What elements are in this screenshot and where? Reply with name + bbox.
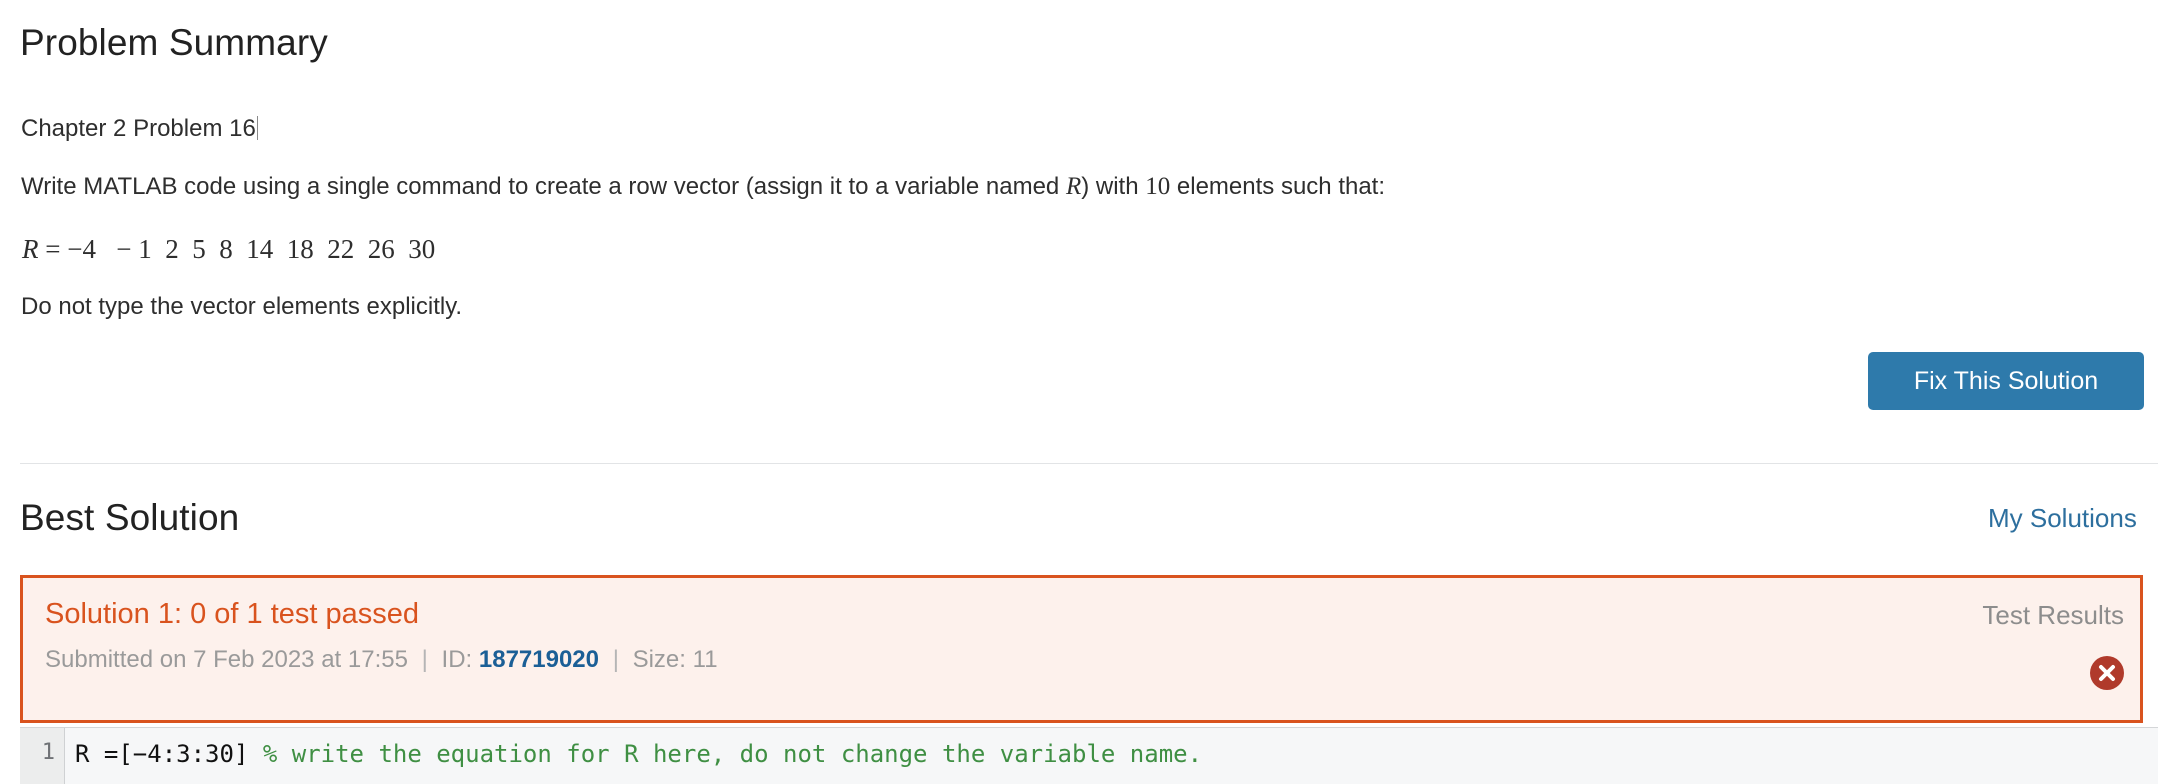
code-text: R =[−4:3:30] <box>75 740 263 768</box>
solution-size-label: Size: <box>632 646 686 673</box>
solution-result-panel: Solution 1: 0 of 1 test passed Submitted… <box>20 575 2143 723</box>
solution-metadata: Submitted on 7 Feb 2023 at 17:55 | ID: 1… <box>45 646 718 674</box>
equation-lhs: R <box>22 234 39 264</box>
solution-code-editor[interactable]: 1 R =[−4:3:30] % write the equation for … <box>20 727 2158 784</box>
fix-this-solution-button[interactable]: Fix This Solution <box>1868 352 2144 410</box>
prompt-variable-name: R <box>1065 173 1082 200</box>
problem-equation: R = −4 − 1 2 5 8 14 18 22 26 30 <box>22 234 435 265</box>
prompt-text-part-1: Write MATLAB code using a single command… <box>21 173 1066 200</box>
prompt-element-count: 10 <box>1145 173 1171 200</box>
submitted-time: 17:55 <box>347 646 408 673</box>
prompt-text-part-3: elements such that: <box>1170 173 1386 200</box>
submitted-date: 7 Feb 2023 <box>193 646 315 673</box>
submitted-at-word: at <box>321 646 342 673</box>
submission-id-link[interactable]: 187719020 <box>479 646 599 673</box>
equation-equals: = <box>38 234 68 264</box>
my-solutions-link[interactable]: My Solutions <box>1988 503 2137 534</box>
prompt-text-part-2: ) with <box>1081 173 1146 200</box>
chapter-problem-text: Chapter 2 Problem 16 <box>21 115 256 142</box>
solution-size-value: 11 <box>692 646 718 673</box>
best-solution-heading: Best Solution <box>20 497 240 538</box>
text-caret <box>256 116 258 140</box>
code-comment-text: % write the equation for R here, do not … <box>262 740 1203 768</box>
test-results-label: Test Results <box>1982 600 2124 630</box>
section-divider <box>20 463 2158 464</box>
page-title: Problem Summary <box>20 22 328 63</box>
solution-status-title: Solution 1: 0 of 1 test passed <box>45 598 420 630</box>
submission-id-label: ID: <box>441 646 473 673</box>
equation-values: −4 − 1 2 5 8 14 18 22 26 30 <box>67 234 436 264</box>
code-line-content[interactable]: R =[−4:3:30] % write the equation for R … <box>65 728 2158 784</box>
problem-prompt: Write MATLAB code using a single command… <box>21 172 1385 202</box>
meta-separator-2: | <box>612 646 619 673</box>
problem-note: Do not type the vector elements explicit… <box>21 293 463 320</box>
problem-solution-page: Problem Summary Chapter 2 Problem 16 Wri… <box>0 0 2158 784</box>
circle-x-icon[interactable] <box>2090 656 2124 690</box>
meta-separator-1: | <box>421 646 428 673</box>
submitted-prefix: Submitted on <box>45 646 187 673</box>
code-line-number: 1 <box>20 728 65 784</box>
chapter-problem-label: Chapter 2 Problem 16 <box>21 114 258 144</box>
